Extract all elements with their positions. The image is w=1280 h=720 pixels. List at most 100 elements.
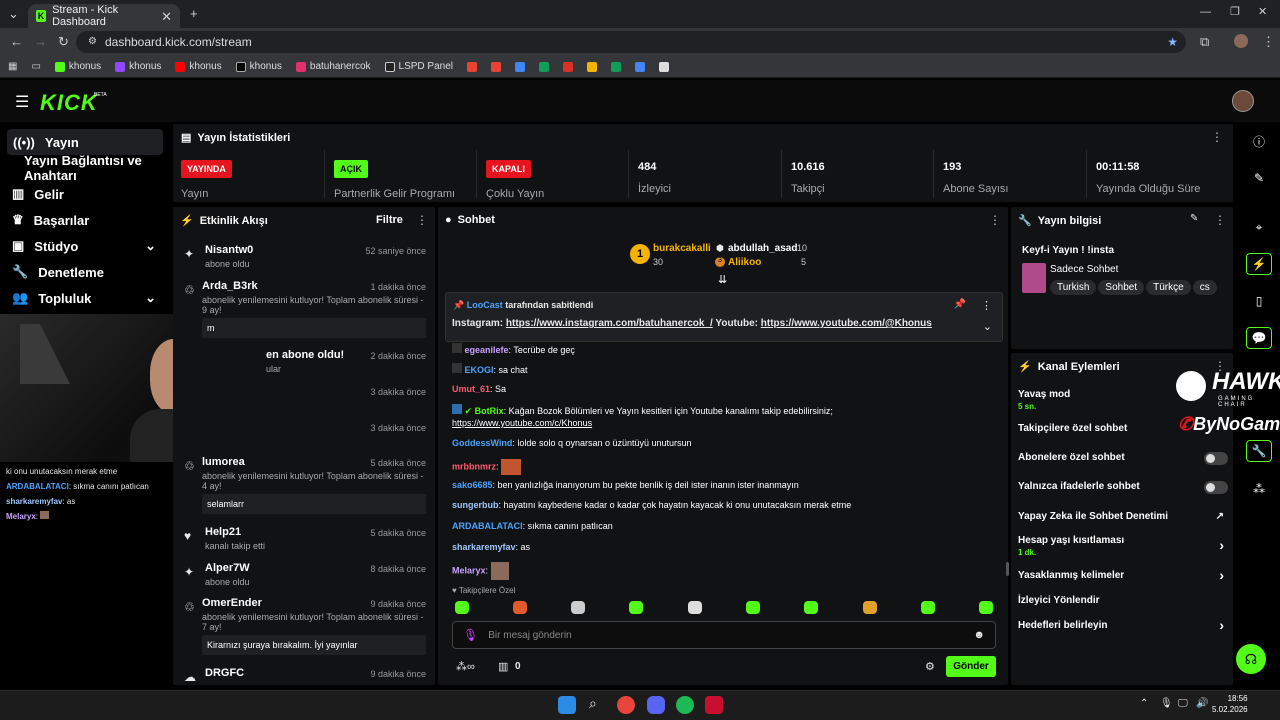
- leader-name[interactable]: burakcakalli: [653, 243, 711, 254]
- extensions-icon[interactable]: ⧉: [1200, 35, 1209, 48]
- minimize-icon[interactable]: —: [1200, 7, 1211, 18]
- chat-icon[interactable]: 💬: [1246, 327, 1272, 349]
- category-thumbnail[interactable]: [1022, 263, 1046, 293]
- volume-icon[interactable]: 🔊: [1196, 698, 1208, 709]
- emote-button[interactable]: [688, 601, 702, 614]
- windows-start-icon[interactable]: [558, 696, 576, 714]
- leader-name[interactable]: Aliikoo: [728, 257, 761, 268]
- tag-pill[interactable]: Türkçe: [1146, 280, 1191, 295]
- site-info-icon[interactable]: ⚙: [88, 37, 97, 47]
- tag-pill[interactable]: Turkish: [1050, 280, 1097, 295]
- apps-grid-icon[interactable]: ▦: [8, 61, 17, 72]
- tag-pill[interactable]: Sohbet: [1098, 280, 1145, 295]
- sidebar-item-basarilar[interactable]: ♛ Başarılar: [0, 207, 170, 233]
- unpin-icon[interactable]: 📌: [954, 299, 966, 310]
- store-icon[interactable]: ▥: [498, 660, 508, 673]
- chat-scrollbar[interactable]: [1006, 562, 1009, 576]
- emote-button[interactable]: [455, 601, 469, 614]
- microphone-tray-icon[interactable]: 🎙: [1160, 698, 1173, 709]
- kick-logo[interactable]: KICK: [40, 90, 98, 116]
- action-emote-only[interactable]: Yalnızca ifadelerle sohbet: [1018, 481, 1228, 494]
- bookmark-khonus-youtube[interactable]: khonus: [175, 61, 222, 72]
- pinned-menu-icon[interactable]: ⋮: [981, 299, 992, 312]
- action-banned-words[interactable]: Yasaklanmış kelimeler ›: [1018, 567, 1228, 583]
- tag-pill[interactable]: cs: [1192, 280, 1217, 295]
- url-field[interactable]: ⚙ dashboard.kick.com/stream ★: [76, 31, 1186, 53]
- tray-chevron-icon[interactable]: ⌃: [1140, 698, 1148, 709]
- expand-leaderboard-icon[interactable]: ⇊: [718, 273, 727, 286]
- emote-button[interactable]: [571, 601, 585, 614]
- yellow-bookmark-icon[interactable]: [587, 61, 597, 72]
- sidebar-item-gelir[interactable]: ▥ Gelir: [0, 181, 170, 207]
- pencil-icon[interactable]: ✎: [1246, 167, 1272, 189]
- bookmark-khonus-kick[interactable]: khonus: [54, 61, 101, 72]
- subs-only-toggle[interactable]: [1204, 452, 1228, 465]
- chat-settings-icon[interactable]: ⚙: [925, 660, 935, 673]
- app-icon[interactable]: [705, 696, 723, 714]
- filter-button[interactable]: Filtre: [376, 214, 403, 226]
- user-avatar[interactable]: [1232, 90, 1254, 112]
- new-tab-icon[interactable]: +: [190, 7, 198, 20]
- chevron-down-icon[interactable]: ⌄: [983, 320, 992, 333]
- sidebar-item-studyo[interactable]: ▣ Stüdyo ⌄: [0, 233, 170, 259]
- send-button[interactable]: Gönder: [946, 656, 996, 677]
- sidebar-item-stream-key[interactable]: Yayın Bağlantısı ve Anahtarı: [0, 153, 170, 183]
- close-tab-icon[interactable]: ✕: [161, 10, 172, 23]
- microphone-icon[interactable]: 🎙: [463, 628, 478, 642]
- sidebar-item-denetleme[interactable]: 🔧 Denetleme: [0, 259, 170, 285]
- category-name[interactable]: Sadece Sohbet: [1050, 264, 1118, 275]
- kick-bookmark-icon[interactable]: [659, 61, 669, 72]
- bookmark-khonus-x[interactable]: khonus: [235, 61, 282, 72]
- action-subs-only[interactable]: Abonelere özel sohbet: [1018, 452, 1228, 465]
- emote-button[interactable]: [921, 601, 935, 614]
- bookmark-lspd[interactable]: LSPD Panel: [384, 61, 453, 72]
- docs-bookmark-icon[interactable]: [515, 61, 525, 72]
- search-icon[interactable]: ⌕: [589, 695, 597, 712]
- info-icon[interactable]: ⓘ: [1246, 130, 1272, 152]
- maximize-icon[interactable]: ❐: [1230, 7, 1240, 18]
- tab-list-icon[interactable]: ⌄: [8, 7, 19, 20]
- chrome-icon[interactable]: [617, 696, 635, 714]
- discord-icon[interactable]: [647, 696, 665, 714]
- chat-menu-icon[interactable]: ⋮: [989, 213, 1001, 227]
- network-icon[interactable]: 🖵: [1178, 698, 1188, 709]
- stats-menu-icon[interactable]: ⋮: [1211, 130, 1223, 144]
- reload-icon[interactable]: ↻: [58, 35, 69, 48]
- spotify-icon[interactable]: [676, 696, 694, 714]
- chat-input[interactable]: 🎙 Bir mesaj gönderin ☻: [452, 621, 996, 649]
- green-bookmark-icon[interactable]: [611, 61, 621, 72]
- action-account-age[interactable]: Hesap yaşı kısıtlaması 1 dk. ›: [1018, 535, 1228, 557]
- emoji-icon[interactable]: ☻: [973, 629, 985, 641]
- page-icon[interactable]: ▯: [1246, 290, 1272, 312]
- back-icon[interactable]: ←: [10, 35, 23, 48]
- emote-button[interactable]: [863, 601, 877, 614]
- gmail-bookmark-icon-2[interactable]: [491, 61, 501, 72]
- hamburger-menu-icon[interactable]: ☰: [15, 92, 29, 112]
- emote-only-toggle[interactable]: [1204, 481, 1228, 494]
- close-window-icon[interactable]: ✕: [1258, 7, 1267, 18]
- folder-icon[interactable]: ▭: [31, 61, 40, 72]
- wrench-icon[interactable]: 🔧: [1246, 440, 1272, 462]
- sheets-bookmark-icon[interactable]: [539, 61, 549, 72]
- pinned-link[interactable]: https://www.youtube.com/@Khonus: [761, 318, 932, 329]
- community-icon[interactable]: ⁂: [1246, 478, 1272, 500]
- action-host[interactable]: İzleyici Yönlendir: [1018, 595, 1228, 606]
- gmail-bookmark-icon[interactable]: [467, 61, 477, 72]
- pinned-link[interactable]: https://www.instagram.com/batuhanercok_/: [506, 318, 713, 329]
- lightning-icon[interactable]: ⚡: [1246, 253, 1272, 275]
- emote-button[interactable]: [979, 601, 993, 614]
- bookmark-khonus-twitch[interactable]: khonus: [115, 61, 161, 72]
- emote-button[interactable]: [513, 601, 527, 614]
- bookmark-star-icon[interactable]: ★: [1167, 35, 1178, 49]
- edit-icon[interactable]: ✎: [1190, 213, 1198, 224]
- chat-link[interactable]: https://www.youtube.com/c/Khonus: [452, 418, 592, 428]
- support-headset-icon[interactable]: ☊: [1236, 644, 1266, 674]
- emote-button[interactable]: [746, 601, 760, 614]
- activity-menu-icon[interactable]: ⋮: [416, 213, 428, 227]
- stream-info-menu-icon[interactable]: ⋮: [1214, 213, 1226, 227]
- action-ai-moderation[interactable]: Yapay Zeka ile Sohbet Denetimi ↗: [1018, 511, 1228, 522]
- forward-icon[interactable]: →: [34, 35, 47, 48]
- action-goals[interactable]: Hedefleri belirleyin ›: [1018, 617, 1228, 633]
- leader-name[interactable]: abdullah_asad: [728, 243, 797, 254]
- sidebar-item-topluluk[interactable]: 👥 Topluluk ⌄: [0, 285, 170, 311]
